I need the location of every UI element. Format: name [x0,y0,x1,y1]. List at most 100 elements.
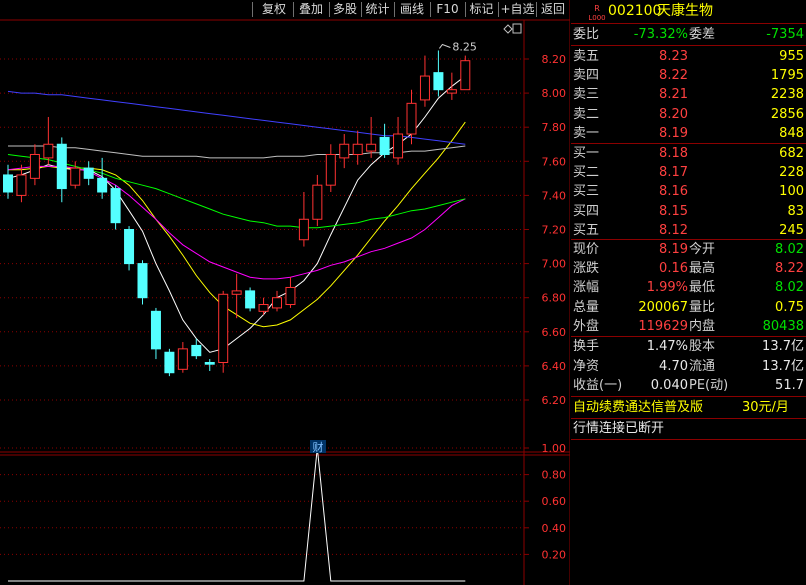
price-tick-label: 7.00 [542,258,567,271]
candle-body-up [298,218,309,241]
buy-row[interactable]: 买五 8.12 245 [571,221,806,240]
finance-label: 股本 [689,339,716,354]
sell-volume: 955 [779,49,804,64]
ad-price[interactable]: 30元/月 [742,398,789,417]
candle-body-down [83,167,94,179]
buy-row[interactable]: 买四 8.15 83 [571,202,806,221]
finance-row: 收益(一) 0.040 PE(动) 51.7 [571,376,806,395]
buy-level-label: 买五 [573,222,600,238]
price-tick-label: 6.40 [542,360,567,373]
candle-body-down [191,344,202,357]
buy-row[interactable]: 买一 8.18 682 [571,144,806,163]
finance-label: 收益(一) [573,378,623,393]
candle-body-up [366,143,377,152]
sell-row[interactable]: 卖一 8.19 848 [571,124,806,143]
candle-body-up [460,60,471,91]
quote-label: 外盘 [573,318,600,334]
kline-chart[interactable]: 8.20 8.00 7.80 7.60 7.40 7.20 7.00 6.80 6.60 6.40… [0,0,570,585]
candle-body-up [258,304,269,312]
divider [571,23,806,24]
indicator-tick-label: 1.00 [542,442,567,455]
quote-value: 119629 [638,318,688,334]
divider [571,45,806,46]
sell-row[interactable]: 卖二 8.20 2856 [571,105,806,124]
indicator-tick-label: 0.80 [542,469,567,482]
price-tick-label: 8.20 [542,53,567,66]
sell-level-label: 卖五 [573,49,600,64]
candle-body-up [393,133,404,159]
finance-row: 换手 1.47% 股本 13.7亿 [571,337,806,356]
price-tick-label: 6.60 [542,326,567,339]
candle-body-down [97,177,108,193]
ad-row[interactable]: 自动续费通达信普及版 30元/月 [571,398,806,417]
indicator-panel [8,447,466,582]
price-axis: 8.20 8.00 7.80 7.60 7.40 7.20 7.00 6.80 6.60 6.40… [524,53,566,561]
weibi-value: -73.32% [633,27,688,42]
finance-marker: 财 [313,440,324,454]
sell-price: 8.22 [659,68,688,84]
candle-body-up [419,75,430,101]
price-tick-label: 7.80 [542,121,567,134]
sell-volume: 2856 [770,106,804,122]
quote-row: 外盘 119629 内盘 80438 [571,317,806,336]
price-tick-label: 8.00 [542,87,567,100]
status-row: 行情连接已断开 [571,419,806,438]
window-icon [512,23,522,34]
candle-body-up [312,184,323,220]
candle-body-up [29,153,40,179]
weibi-label: 委比 [573,27,600,42]
candle-body-up [177,348,188,370]
sell-level-label: 卖三 [573,87,600,103]
quote-value: 8.19 [659,242,688,257]
quote-row: 涨幅 1.99% 最低 8.02 [571,278,806,297]
sell-level-label: 卖二 [573,106,600,122]
buy-volume: 83 [787,203,804,219]
buy-volume: 682 [779,146,804,161]
candle-body-up [231,290,242,295]
indicator-tick-label: 0.40 [542,522,567,535]
candle-body-up [352,143,363,155]
indicator-tick-label: 0.60 [542,495,567,508]
divider [571,439,806,440]
finance-value: 0.040 [650,378,688,393]
quote-label: 量比 [689,299,716,315]
candle-body-down [137,263,148,299]
stock-code: 002100 [608,3,662,19]
buy-level-label: 买二 [573,165,600,181]
quote-value: 200067 [638,299,688,315]
candle-body-up [16,174,27,196]
finance-value: 13.7亿 [762,358,804,374]
sell-volume: 1795 [770,68,804,84]
quote-label: 涨跌 [573,261,600,277]
max-price-pointer [439,43,451,49]
candle-body-down [150,310,161,350]
ad-text[interactable]: 自动续费通达信普及版 [573,398,703,417]
finance-label: 流通 [689,358,716,374]
chart-grid [0,0,570,585]
sell-level-label: 卖一 [573,125,600,141]
quote-label: 总量 [573,299,600,315]
buy-price: 8.15 [659,203,688,219]
candle-body-up [325,153,336,186]
price-tick-label: 7.60 [542,155,567,168]
buy-row[interactable]: 买二 8.17 228 [571,163,806,182]
sell-row[interactable]: 卖四 8.22 1795 [571,66,806,85]
finance-label: 净资 [573,358,600,374]
buy-price: 8.18 [659,146,688,161]
sell-row[interactable]: 卖五 8.23 955 [571,47,806,66]
buy-price: 8.16 [659,184,688,200]
buy-volume: 245 [779,222,804,238]
rights-badge-icon: R L000 [588,4,605,22]
badge-top-text: R [594,4,600,13]
price-tick-label: 6.80 [542,292,567,305]
indicator-tick-label: 0.20 [542,548,567,561]
sell-row[interactable]: 卖三 8.21 2238 [571,85,806,104]
buy-row[interactable]: 买三 8.16 100 [571,182,806,201]
quote-label: 最低 [689,280,716,296]
weicha-value: -7354 [766,27,804,42]
sell-price: 8.23 [659,49,688,64]
quote-value: 8.02 [775,280,804,296]
finance-row: 净资 4.70 流通 13.7亿 [571,357,806,376]
buy-level-label: 买一 [573,146,600,161]
quote-label: 涨幅 [573,280,600,296]
